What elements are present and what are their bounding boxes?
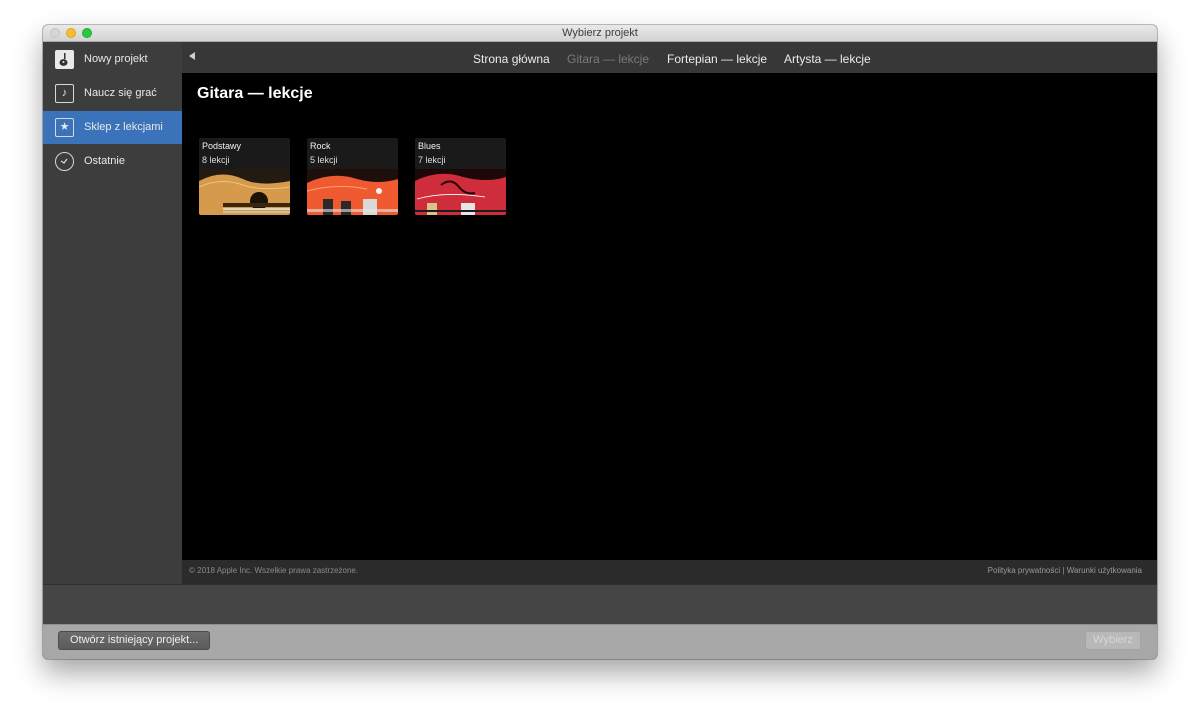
details-area: [43, 584, 1157, 624]
sidebar-item-label: Sklep z lekcjami: [84, 121, 163, 133]
copyright-text: © 2018 Apple Inc. Wszelkie prawa zastrze…: [189, 566, 359, 575]
sidebar-item-label: Ostatnie: [84, 155, 125, 167]
top-navigation: Strona główna Gitara — lekcje Fortepian …: [182, 42, 1157, 73]
sidebar-item-lesson-store[interactable]: ★ Sklep z lekcjami: [43, 111, 182, 144]
sidebar: Nowy projekt ♪ Naucz się grać ★ Sklep z …: [43, 42, 182, 584]
legal-links: Polityka prywatności | Warunki użytkowan…: [988, 566, 1142, 575]
sidebar-item-label: Naucz się grać: [84, 87, 157, 99]
privacy-policy-link[interactable]: Polityka prywatności: [988, 566, 1060, 575]
lesson-card-count: 5 lekcji: [310, 155, 338, 165]
acoustic-guitar-image: [199, 169, 290, 215]
music-note-icon: ♪: [55, 84, 74, 103]
sidebar-item-new-project[interactable]: Nowy projekt: [43, 43, 182, 76]
choose-button[interactable]: Wybierz: [1085, 631, 1141, 650]
nav-link-artist-lessons[interactable]: Artysta — lekcje: [784, 52, 871, 66]
title-bar: Wybierz projekt: [43, 25, 1157, 42]
star-icon: ★: [55, 118, 74, 137]
sidebar-item-learn-to-play[interactable]: ♪ Naucz się grać: [43, 77, 182, 110]
lesson-card-count: 8 lekcji: [202, 155, 230, 165]
terms-of-use-link[interactable]: Warunki użytkowania: [1067, 566, 1142, 575]
sidebar-item-label: Nowy projekt: [84, 53, 148, 65]
lesson-card-blues[interactable]: Blues 7 lekcji: [415, 138, 506, 215]
legal-separator: |: [1062, 566, 1065, 575]
hollow-body-guitar-image: [415, 169, 506, 215]
lesson-card-basics[interactable]: Podstawy 8 lekcji: [199, 138, 290, 215]
lesson-store-content: Gitara — lekcje Podstawy 8 lekcji Rock 5…: [182, 73, 1157, 560]
clock-icon: [55, 152, 74, 171]
lesson-card-title: Podstawy: [202, 141, 242, 151]
lesson-card-rock[interactable]: Rock 5 lekcji: [307, 138, 398, 215]
project-chooser-window: Wybierz projekt Nowy projekt ♪ Naucz się…: [43, 25, 1157, 659]
lesson-card-title: Rock: [310, 141, 331, 151]
lesson-card-title: Blues: [418, 141, 441, 151]
electric-guitar-image: [307, 169, 398, 215]
nav-link-guitar-lessons[interactable]: Gitara — lekcje: [567, 52, 649, 66]
page-title: Gitara — lekcje: [197, 85, 313, 102]
back-arrow-icon[interactable]: [189, 52, 195, 60]
window-title: Wybierz projekt: [562, 27, 638, 39]
nav-link-piano-lessons[interactable]: Fortepian — lekcje: [667, 52, 767, 66]
new-project-icon: [55, 50, 74, 69]
nav-link-home[interactable]: Strona główna: [473, 52, 550, 66]
sidebar-item-recent[interactable]: Ostatnie: [43, 145, 182, 178]
lesson-card-count: 7 lekcji: [418, 155, 446, 165]
open-existing-project-button[interactable]: Otwórz istniejący projekt...: [58, 631, 211, 650]
bottom-toolbar: Otwórz istniejący projekt... Wybierz: [43, 624, 1157, 659]
store-footer: © 2018 Apple Inc. Wszelkie prawa zastrze…: [182, 560, 1157, 584]
